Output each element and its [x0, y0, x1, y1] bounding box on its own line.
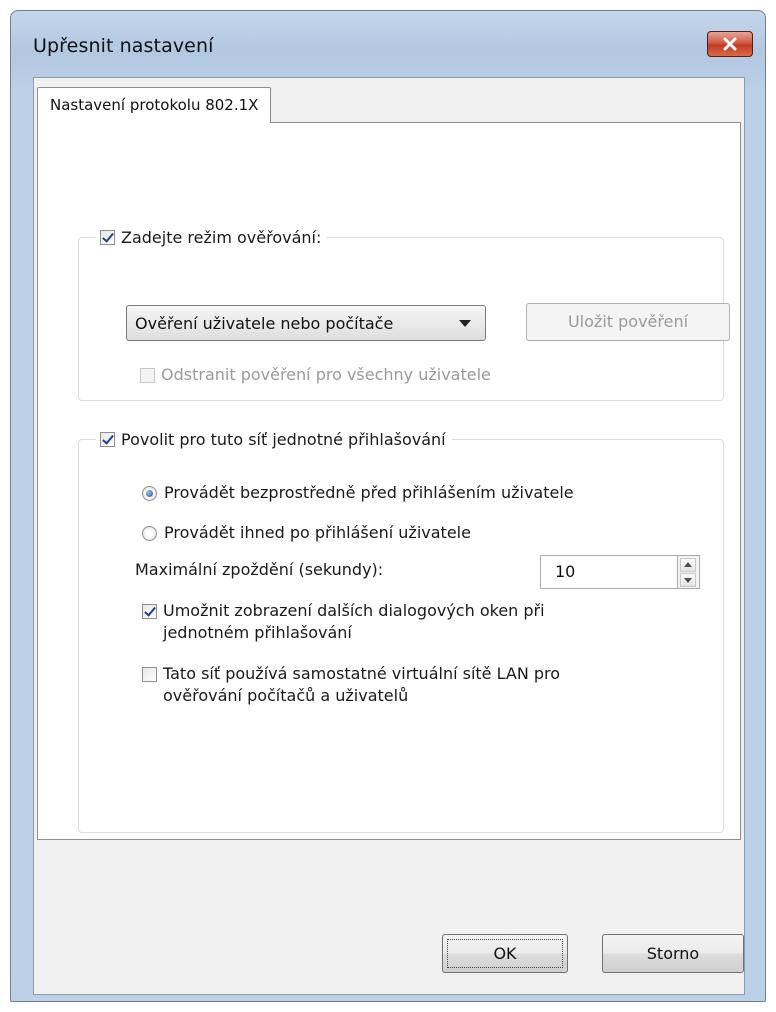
allow-dialogs-label-line1: Umožnit zobrazení dalších dialogových ok…: [163, 601, 545, 620]
vlan-row[interactable]: Tato síť používá samostatné virtuální sí…: [142, 663, 560, 707]
radio-before-login-row[interactable]: Provádět bezprostředně před přihlášením …: [142, 482, 574, 504]
radio-after-login-row[interactable]: Provádět ihned po přihlášení uživatele: [142, 522, 471, 544]
delete-credentials-row[interactable]: Odstranit pověření pro všechny uživatele: [140, 364, 491, 386]
ok-button[interactable]: OK: [442, 934, 568, 973]
vlan-label-line2: ověřování počítačů a uživatelů: [163, 686, 409, 705]
arrow-up-icon[interactable]: [680, 558, 696, 572]
max-delay-row: Maximální zpoždění (sekundy):: [135, 559, 383, 581]
tab-8021x-settings[interactable]: Nastavení protokolu 802.1X: [37, 87, 272, 123]
sso-checkbox[interactable]: [100, 431, 115, 447]
max-delay-spinner[interactable]: [678, 555, 700, 589]
cancel-button[interactable]: Storno: [602, 934, 744, 973]
save-credentials-label: Uložit pověření: [567, 312, 689, 331]
dialog-client-area: Nastavení protokolu 802.1X Zadejte režim…: [33, 77, 745, 995]
dialog-window: Upřesnit nastavení Nastavení protokolu 8…: [10, 10, 766, 1002]
sso-label: Povolit pro tuto síť jednotné přihlašová…: [121, 429, 446, 449]
radio-after-login[interactable]: [142, 526, 157, 541]
max-delay-input[interactable]: 10: [540, 555, 678, 589]
auth-mode-header[interactable]: Zadejte režim ověřování:: [96, 223, 328, 251]
allow-dialogs-row[interactable]: Umožnit zobrazení dalších dialogových ok…: [142, 600, 545, 644]
vlan-text: Tato síť používá samostatné virtuální sí…: [163, 663, 560, 707]
allow-dialogs-text: Umožnit zobrazení dalších dialogových ok…: [163, 600, 545, 644]
tab-page: Zadejte režim ověřování: Ověření uživate…: [37, 122, 741, 840]
arrow-down-icon[interactable]: [680, 573, 696, 587]
auth-mode-label: Zadejte režim ověřování:: [121, 227, 322, 247]
title-bar[interactable]: Upřesnit nastavení: [11, 11, 765, 71]
auth-mode-checkbox[interactable]: [100, 229, 115, 245]
save-credentials-button[interactable]: Uložit pověření: [526, 303, 730, 341]
max-delay-label: Maximální zpoždění (sekundy):: [135, 560, 384, 579]
vlan-label-line1: Tato síť používá samostatné virtuální sí…: [163, 664, 561, 683]
radio-before-login[interactable]: [142, 486, 157, 501]
allow-dialogs-checkbox[interactable]: [142, 604, 157, 619]
ok-label: OK: [493, 944, 517, 963]
close-button[interactable]: [707, 31, 753, 57]
allow-dialogs-label-line2: jednotném přihlašování: [163, 623, 352, 642]
auth-mode-dropdown[interactable]: Ověření uživatele nebo počítače: [126, 305, 486, 341]
radio-after-login-label: Provádět ihned po přihlášení uživatele: [164, 523, 471, 542]
chevron-down-icon: [459, 320, 471, 327]
radio-before-login-label: Provádět bezprostředně před přihlášením …: [164, 483, 574, 502]
window-title: Upřesnit nastavení: [33, 35, 214, 57]
vlan-checkbox[interactable]: [142, 667, 157, 682]
close-icon: [723, 37, 737, 51]
delete-credentials-checkbox[interactable]: [140, 368, 155, 383]
sso-header[interactable]: Povolit pro tuto síť jednotné přihlašová…: [96, 425, 452, 453]
cancel-label: Storno: [646, 944, 700, 963]
auth-mode-dropdown-value: Ověření uživatele nebo počítače: [135, 313, 394, 333]
delete-credentials-label: Odstranit pověření pro všechny uživatele: [161, 365, 491, 384]
